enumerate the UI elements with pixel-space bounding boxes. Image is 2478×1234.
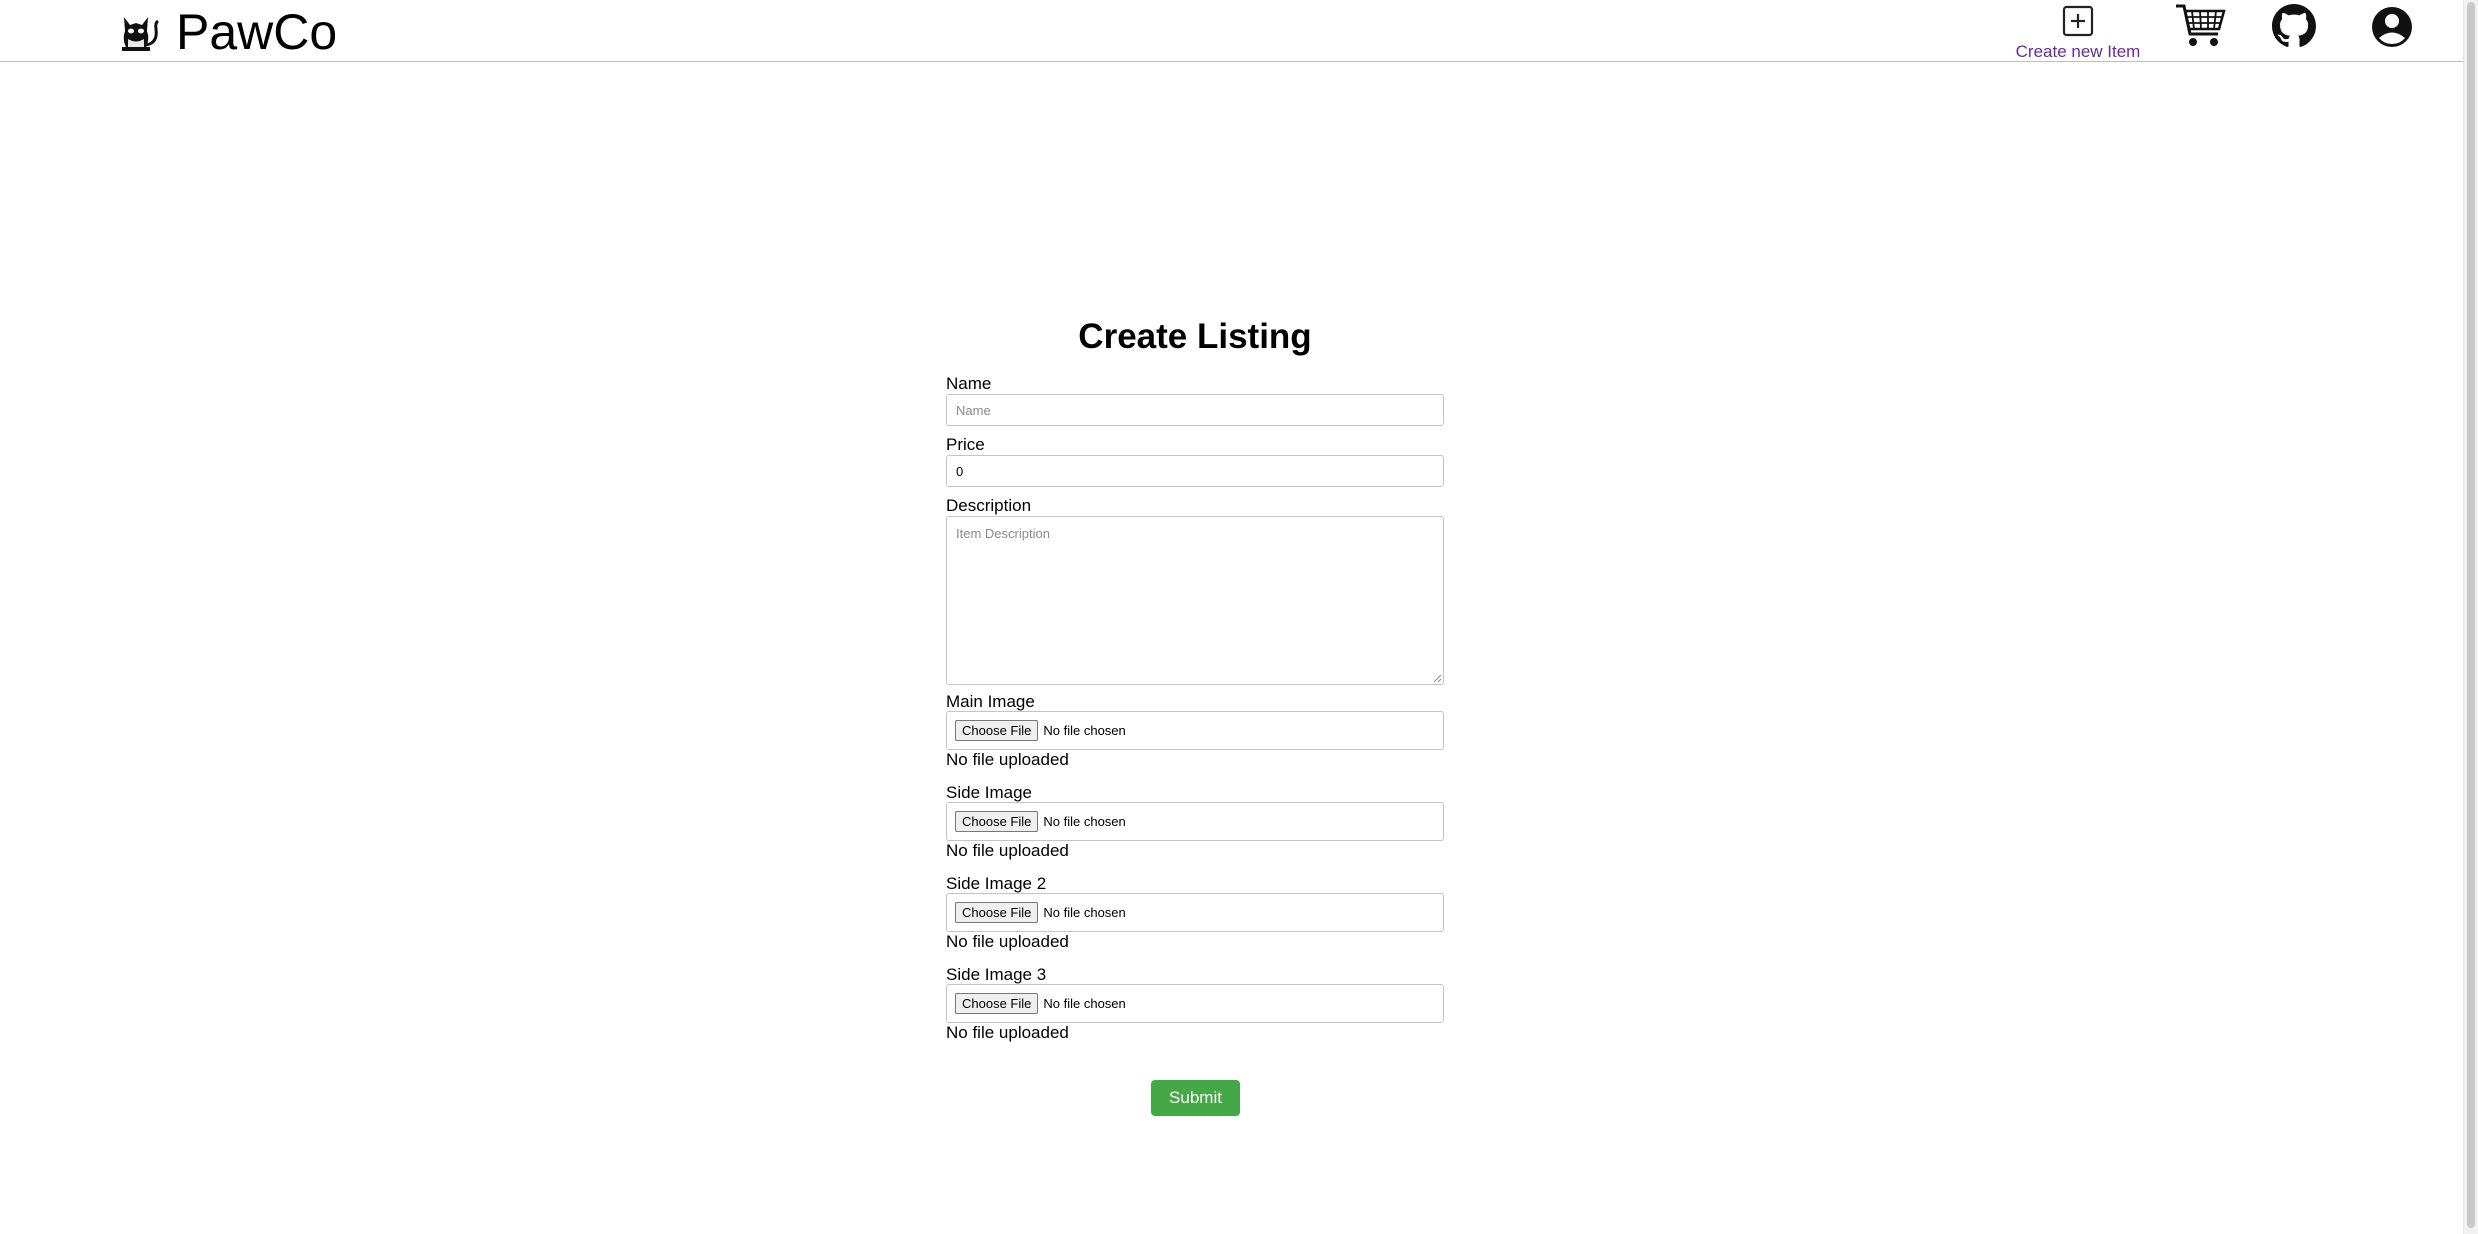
cat-icon (122, 17, 159, 51)
side-image-label: Side Image (946, 783, 1032, 802)
brand[interactable]: PawCo (116, 4, 337, 60)
create-new-item-link[interactable]: Create new Item (2012, 2, 2144, 62)
side-image-3-label: Side Image 3 (946, 965, 1047, 984)
github-icon[interactable] (2272, 4, 2316, 48)
side-image-2-label: Side Image 2 (946, 874, 1047, 893)
price-label: Price (946, 435, 985, 454)
upload-status-note: No file uploaded (946, 750, 1069, 769)
side-image-file-input[interactable]: Choose File No file chosen (946, 802, 1444, 841)
brand-name[interactable]: PawCo (176, 4, 337, 60)
price-input[interactable] (946, 455, 1444, 487)
side-image-2-file-input[interactable]: Choose File No file chosen (946, 893, 1444, 932)
page-title: Create Listing (1078, 317, 1312, 356)
choose-file-button[interactable]: Choose File (955, 720, 1039, 741)
side-image-3-file-input[interactable]: Choose File No file chosen (946, 984, 1444, 1023)
upload-status-note: No file uploaded (946, 932, 1069, 951)
file-status: No file chosen (1043, 996, 1126, 1011)
main-image-label: Main Image (946, 692, 1035, 711)
name-label: Name (946, 374, 992, 393)
choose-file-button[interactable]: Choose File (955, 811, 1039, 832)
plus-square-icon (2062, 5, 2094, 37)
name-input[interactable] (946, 394, 1444, 426)
account-circle-icon[interactable] (2370, 5, 2414, 49)
description-label: Description (946, 496, 1032, 515)
upload-status-note: No file uploaded (946, 1023, 1069, 1042)
shopping-cart-icon[interactable] (2174, 2, 2226, 50)
main-image-file-input[interactable]: Choose File No file chosen (946, 711, 1444, 750)
description-textarea[interactable] (946, 516, 1444, 685)
file-status: No file chosen (1043, 723, 1126, 738)
upload-status-note: No file uploaded (946, 841, 1069, 860)
file-status: No file chosen (1043, 814, 1126, 829)
submit-button[interactable]: Submit (1151, 1080, 1240, 1116)
choose-file-button[interactable]: Choose File (955, 993, 1039, 1014)
create-new-item-label[interactable]: Create new Item (2016, 42, 2141, 61)
page-scrollbar[interactable] (2463, 0, 2478, 1234)
resize-grip-icon[interactable] (1432, 673, 1442, 683)
top-navbar: PawCo Create new Item (0, 0, 2464, 62)
scrollbar-thumb[interactable] (2467, 2, 2475, 1228)
file-status: No file chosen (1043, 905, 1126, 920)
choose-file-button[interactable]: Choose File (955, 902, 1039, 923)
